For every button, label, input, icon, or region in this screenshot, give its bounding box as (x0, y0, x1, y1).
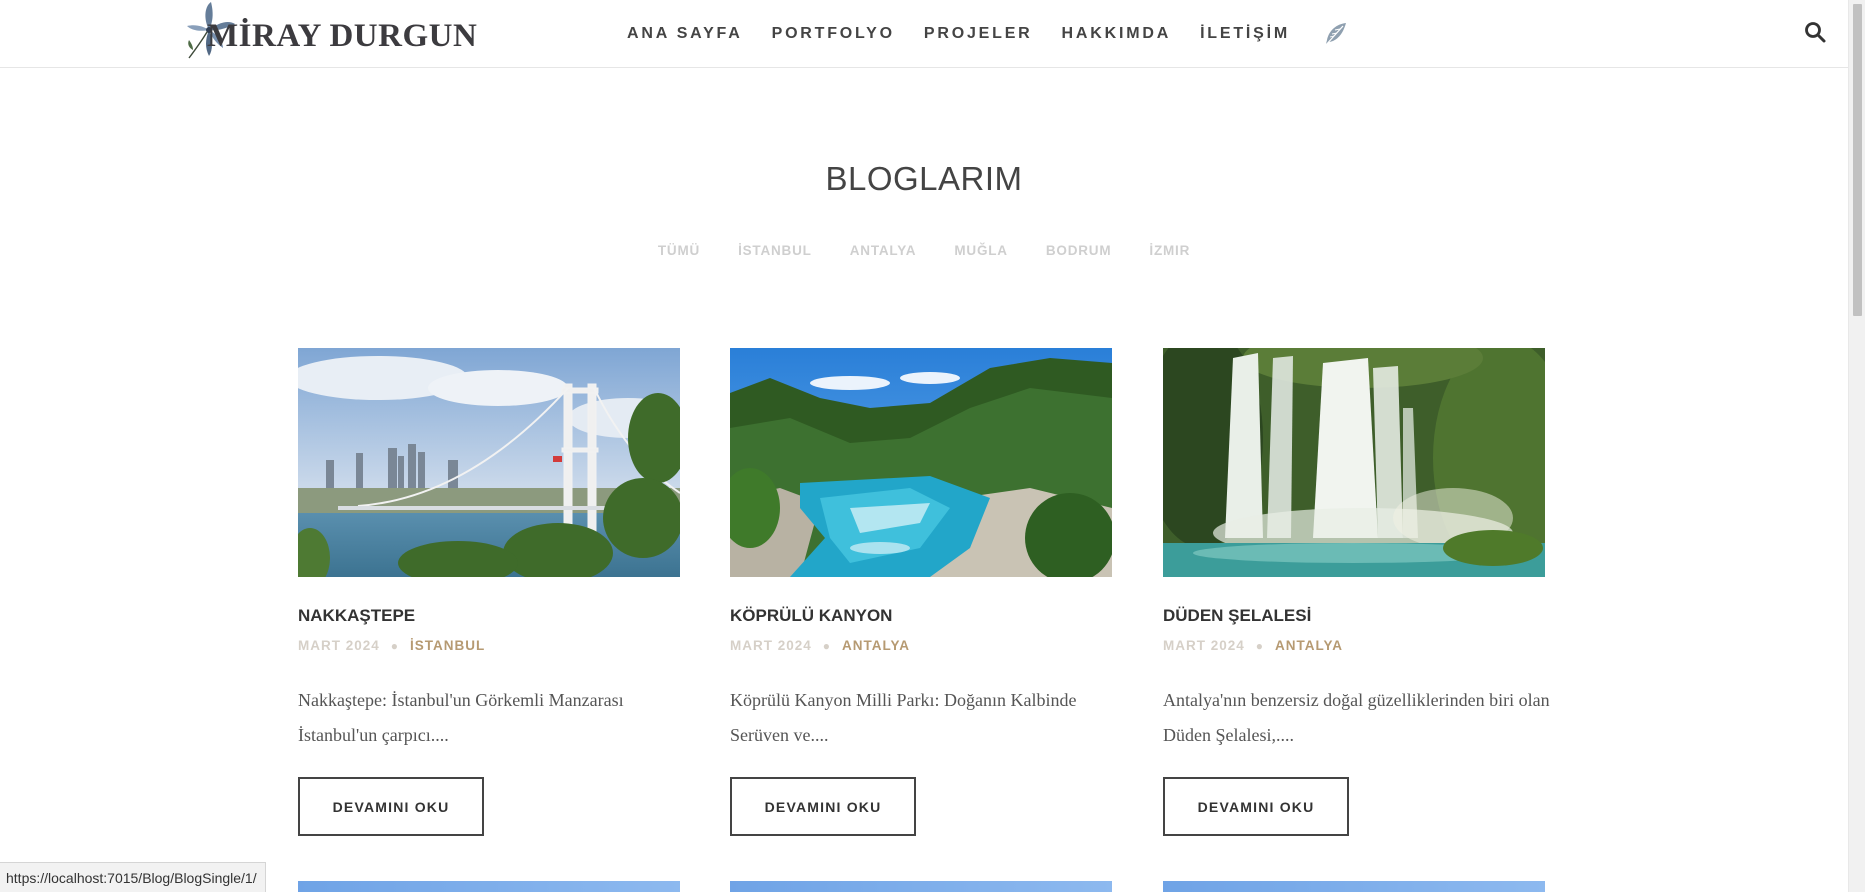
next-post-image[interactable] (298, 881, 680, 892)
post-image[interactable] (298, 348, 680, 577)
category-filters: TÜMÜ İSTANBUL ANTALYA MUĞLA BODRUM İZMIR (0, 241, 1848, 261)
bridge-photo-icon (298, 348, 680, 577)
read-more-button[interactable]: DEVAMINI OKU (1163, 777, 1349, 836)
canyon-river-photo-icon (730, 348, 1112, 577)
post-category[interactable]: İSTANBUL (410, 637, 485, 655)
filter-all[interactable]: TÜMÜ (658, 241, 700, 261)
post-date: MART 2024 (298, 638, 380, 653)
post-title[interactable]: DÜDEN ŞELALESİ (1163, 605, 1311, 627)
post-excerpt: Nakkaştepe: İstanbul'un Görkemli Manzara… (298, 690, 624, 745)
nav-item-projects[interactable]: PROJELER (924, 20, 1033, 48)
feather-icon[interactable] (1321, 20, 1349, 48)
next-post-image[interactable] (1163, 881, 1545, 892)
site-logo[interactable]: MİRAY DURGUN (183, 0, 477, 62)
post-category[interactable]: ANTALYA (1275, 637, 1343, 655)
post-excerpt: Antalya'nın benzersiz doğal güzellikleri… (1163, 690, 1550, 745)
post-excerpt: Köprülü Kanyon Milli Parkı: Doğanın Kalb… (730, 690, 1077, 745)
post-meta: MART 2024 ● İSTANBUL (298, 637, 485, 655)
scrollbar-thumb[interactable] (1853, 4, 1862, 316)
post-date: MART 2024 (1163, 638, 1245, 653)
site-header: MİRAY DURGUN ANA SAYFA PORTFOLYO PROJELE… (0, 0, 1848, 68)
nav-item-home[interactable]: ANA SAYFA (627, 20, 743, 48)
page-title: BLOGLARIM (825, 160, 1023, 197)
meta-separator: ● (390, 639, 400, 653)
search-icon[interactable] (1803, 20, 1827, 44)
nav-item-about[interactable]: HAKKIMDA (1062, 20, 1172, 48)
post-date: MART 2024 (730, 638, 812, 653)
post-image[interactable] (1163, 348, 1545, 577)
nav-item-portfolio[interactable]: PORTFOLYO (772, 20, 895, 48)
meta-separator: ● (822, 639, 832, 653)
read-more-button[interactable]: DEVAMINI OKU (730, 777, 916, 836)
filter-istanbul[interactable]: İSTANBUL (738, 241, 812, 261)
filter-bodrum[interactable]: BODRUM (1046, 241, 1112, 261)
read-more-button[interactable]: DEVAMINI OKU (298, 777, 484, 836)
meta-separator: ● (1255, 639, 1265, 653)
filter-mugla[interactable]: MUĞLA (954, 241, 1008, 261)
post-meta: MART 2024 ● ANTALYA (730, 637, 910, 655)
post-title[interactable]: KÖPRÜLÜ KANYON (730, 605, 892, 627)
filter-antalya[interactable]: ANTALYA (850, 241, 917, 261)
post-image[interactable] (730, 348, 1112, 577)
post-category[interactable]: ANTALYA (842, 637, 910, 655)
nav-item-contact[interactable]: İLETİŞİM (1200, 20, 1290, 48)
next-post-image[interactable] (730, 881, 1112, 892)
main-nav: ANA SAYFA PORTFOLYO PROJELER HAKKIMDA İL… (627, 20, 1349, 48)
post-title[interactable]: NAKKAŞTEPE (298, 605, 415, 627)
page-scrollbar[interactable] (1848, 0, 1865, 892)
post-meta: MART 2024 ● ANTALYA (1163, 637, 1343, 655)
browser-status-bar: https://localhost:7015/Blog/BlogSingle/1… (0, 862, 266, 892)
filter-izmir[interactable]: İZMIR (1149, 241, 1190, 261)
waterfall-photo-icon (1163, 348, 1545, 577)
logo-text: MİRAY DURGUN (207, 18, 478, 54)
